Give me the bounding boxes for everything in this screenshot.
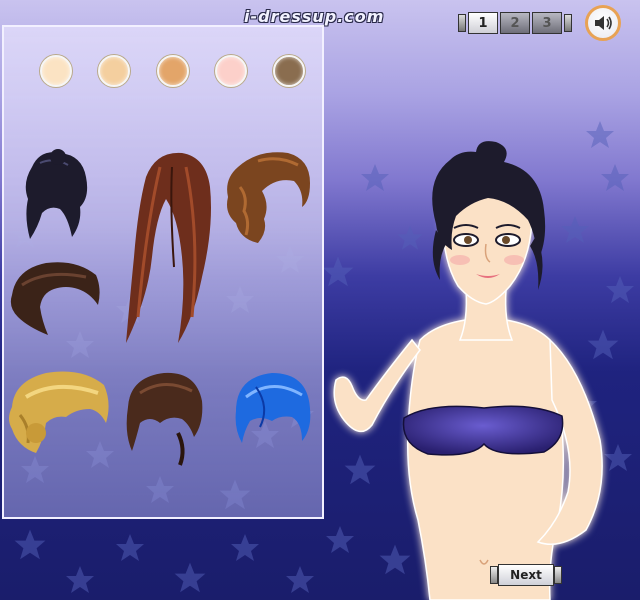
step-navigation: 1 2 3 [458,12,572,34]
step-1-button[interactable]: 1 [468,12,498,34]
site-logo[interactable]: i-dressup.com [244,7,384,26]
sound-toggle-button[interactable] [585,5,621,41]
hair-option-long-auburn[interactable] [116,147,216,347]
doll-model [333,141,603,600]
hair-option-black-updo[interactable] [20,147,96,243]
next-label: Next [498,564,554,586]
next-button[interactable]: Next [490,564,562,586]
skin-tone-swatch-3[interactable] [157,55,189,87]
speaker-icon [595,16,612,30]
hair-selection-panel [2,25,324,519]
hair-option-brown-pixie[interactable] [120,367,206,467]
step-2-button[interactable]: 2 [500,12,530,34]
step-3-button[interactable]: 3 [532,12,562,34]
next-cap-left [490,566,498,584]
step-cap-right [564,14,572,32]
hair-option-dark-brown-swept[interactable] [6,255,104,339]
hair-option-blonde-updo[interactable] [6,367,112,457]
skin-tone-swatch-1[interactable] [40,55,72,87]
skin-tone-swatch-2[interactable] [98,55,130,87]
game-stage: i-dressup.com 1 2 3 Next [0,0,640,600]
skin-tone-swatch-4[interactable] [215,55,247,87]
step-cap-left [458,14,466,32]
skin-tone-swatch-5[interactable] [273,55,305,87]
next-cap-right [554,566,562,584]
